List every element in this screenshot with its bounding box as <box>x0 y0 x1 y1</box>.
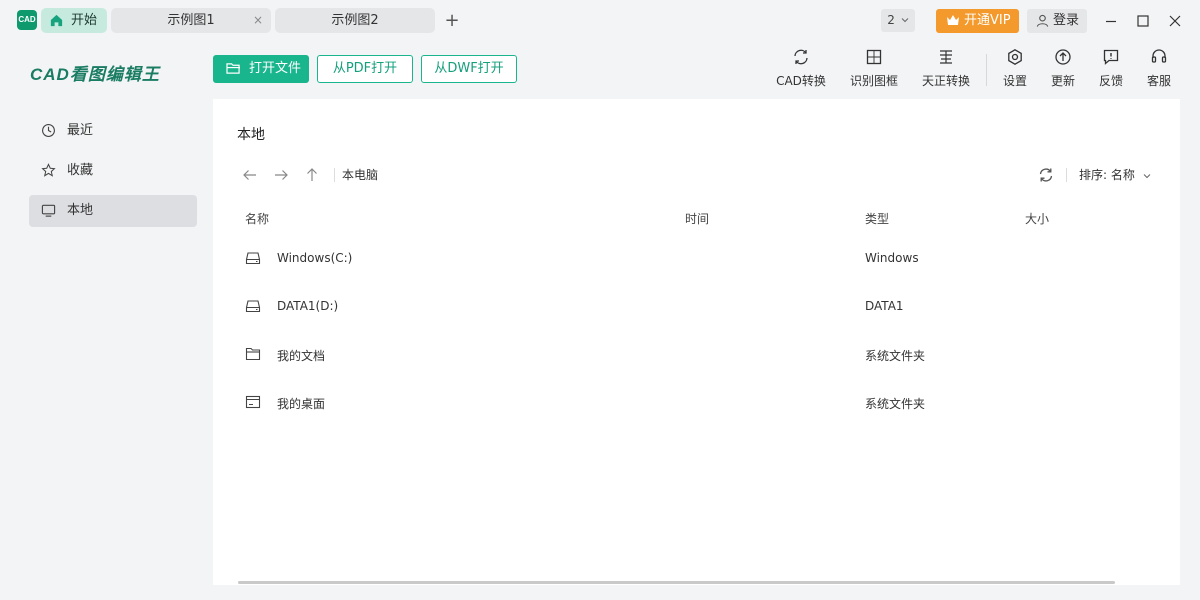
breadcrumb[interactable]: 本电脑 <box>342 166 378 183</box>
convert-icon <box>794 49 808 65</box>
update-icon <box>1055 49 1071 65</box>
window-count-value: 2 <box>887 13 895 27</box>
maximize-icon[interactable] <box>1133 11 1153 31</box>
sidebar-item-favorites[interactable]: 收藏 <box>29 155 197 187</box>
table-row[interactable]: Windows(C:) Windows <box>237 239 1157 279</box>
sidebar-item-local[interactable]: 本地 <box>29 195 197 227</box>
row-type: 系统文件夹 <box>865 349 926 363</box>
up-arrow-icon[interactable] <box>303 166 321 184</box>
login-label: 登录 <box>1053 13 1080 28</box>
tangent-convert-label: 天正转换 <box>921 74 970 88</box>
tab-example-1[interactable]: 示例图1 × <box>111 8 271 33</box>
chevron-down-icon <box>901 18 909 23</box>
tab-example-2-label: 示例图2 <box>331 13 379 28</box>
tab-home-label: 开始 <box>71 13 98 28</box>
row-name: 我的桌面 <box>277 397 326 411</box>
tab-home[interactable]: 开始 <box>41 8 107 33</box>
feedback-icon <box>1103 49 1119 65</box>
minimize-icon[interactable] <box>1101 11 1121 31</box>
star-icon <box>41 163 56 177</box>
cad-convert-label: CAD转换 <box>776 74 826 88</box>
drive-icon <box>245 300 261 313</box>
folder-open-icon <box>226 63 240 74</box>
refresh-icon[interactable] <box>1037 166 1055 184</box>
back-arrow-icon[interactable] <box>241 166 259 184</box>
table-row[interactable]: 我的文档 系统文件夹 <box>237 335 1157 375</box>
sidebar-item-label: 最近 <box>67 123 94 138</box>
column-header-size[interactable]: 大小 <box>1025 210 1049 227</box>
settings-label: 设置 <box>1002 74 1027 88</box>
home-icon <box>50 14 63 27</box>
customer-service-tool[interactable]: 客服 <box>1144 48 1174 94</box>
main-panel: 本地 本电脑 排序: 名称 名称 时间 类型 大小 Windows(C:) Wi… <box>213 99 1180 585</box>
login-button[interactable]: 登录 <box>1027 9 1087 33</box>
close-window-icon[interactable] <box>1165 11 1185 31</box>
sort-dropdown[interactable]: 排序: 名称 <box>1079 166 1151 183</box>
row-type: Windows <box>865 251 919 265</box>
row-name: 我的文档 <box>277 349 326 363</box>
column-header-name[interactable]: 名称 <box>245 210 269 227</box>
horizontal-scrollbar[interactable] <box>238 581 1115 584</box>
tangent-convert-tool[interactable]: 天正转换 <box>920 48 972 94</box>
desktop-icon <box>245 395 261 409</box>
feedback-tool[interactable]: 反馈 <box>1096 48 1126 94</box>
column-header-type[interactable]: 类型 <box>865 210 889 227</box>
path-divider <box>334 168 335 182</box>
headset-icon <box>1151 49 1167 63</box>
row-type: DATA1 <box>865 299 904 313</box>
vip-label: 开通VIP <box>964 13 1011 28</box>
clock-icon <box>42 124 55 137</box>
frame-icon <box>866 49 882 65</box>
table-row[interactable]: 我的桌面 系统文件夹 <box>237 383 1157 423</box>
title-bar: CAD 开始 示例图1 × 示例图2 + 2 开通VIP 登录 <box>0 0 1200 42</box>
column-header-time[interactable]: 时间 <box>685 210 709 227</box>
customer-service-label: 客服 <box>1146 74 1171 88</box>
row-name: Windows(C:) <box>277 251 353 265</box>
open-file-label: 打开文件 <box>249 61 302 76</box>
open-from-pdf-button[interactable]: 从PDF打开 <box>317 55 413 83</box>
gear-icon <box>1008 49 1022 65</box>
drive-icon <box>245 252 261 265</box>
vip-button[interactable]: 开通VIP <box>936 9 1019 33</box>
tab-close-icon[interactable]: × <box>253 8 263 33</box>
page-title: 本地 <box>237 127 265 143</box>
sort-value: 名称 <box>1110 168 1135 182</box>
sort-divider <box>1066 168 1067 182</box>
update-label: 更新 <box>1050 74 1075 88</box>
window-count-dropdown[interactable]: 2 <box>881 9 915 32</box>
settings-tool[interactable]: 设置 <box>1000 48 1030 94</box>
tab-example-1-label: 示例图1 <box>167 13 215 28</box>
sidebar-item-recent[interactable]: 最近 <box>29 115 197 147</box>
open-from-dwf-button[interactable]: 从DWF打开 <box>421 55 517 83</box>
open-file-button[interactable]: 打开文件 <box>213 55 309 83</box>
crown-icon <box>947 15 959 25</box>
forward-arrow-icon[interactable] <box>272 166 290 184</box>
table-row[interactable]: DATA1(D:) DATA1 <box>237 287 1157 327</box>
recognize-frame-label: 识别图框 <box>849 74 898 88</box>
app-logo: CAD <box>17 10 37 30</box>
folder-icon <box>245 347 261 361</box>
feedback-label: 反馈 <box>1098 74 1123 88</box>
tangent-convert-icon <box>940 50 952 64</box>
sort-label: 排序: <box>1079 168 1108 182</box>
user-icon <box>1036 14 1049 27</box>
tab-example-2[interactable]: 示例图2 <box>275 8 435 33</box>
cad-convert-tool[interactable]: CAD转换 <box>774 48 828 94</box>
sidebar-item-label: 本地 <box>67 203 94 218</box>
add-tab-button[interactable]: + <box>443 8 461 33</box>
update-tool[interactable]: 更新 <box>1048 48 1078 94</box>
row-type: 系统文件夹 <box>865 397 926 411</box>
chevron-down-icon <box>1143 173 1151 178</box>
sidebar-item-label: 收藏 <box>67 163 94 178</box>
app-brand: CAD看图编辑王 <box>30 65 160 84</box>
monitor-icon <box>41 204 56 217</box>
row-name: DATA1(D:) <box>277 299 339 313</box>
recognize-frame-tool[interactable]: 识别图框 <box>848 48 900 94</box>
toolbar-divider <box>986 54 987 86</box>
